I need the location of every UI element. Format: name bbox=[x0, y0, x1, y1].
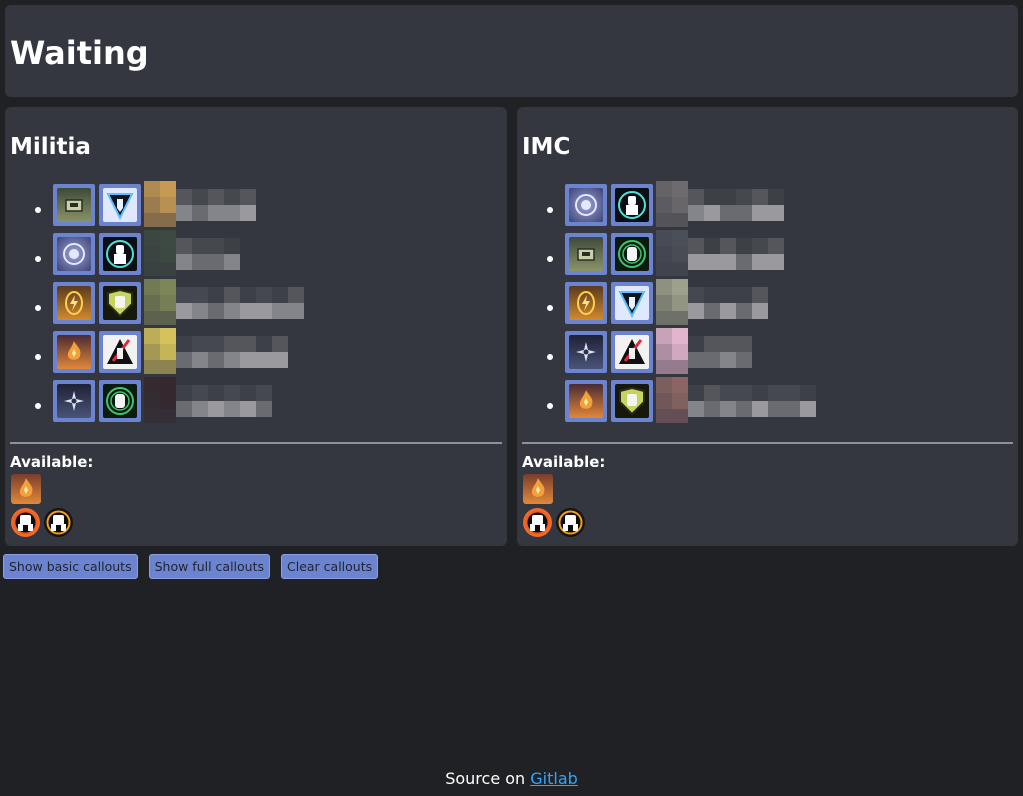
player-row bbox=[517, 181, 1018, 230]
available-kits bbox=[523, 474, 553, 504]
electric-smoke-icon bbox=[53, 282, 95, 324]
monarch-titan-icon bbox=[611, 233, 653, 275]
northstar-titan-icon bbox=[611, 282, 653, 324]
team-panel-militia: Militia Available: bbox=[5, 107, 507, 546]
bullet bbox=[35, 256, 41, 262]
player-row bbox=[517, 279, 1018, 328]
available-kits bbox=[11, 474, 41, 504]
available-titans bbox=[10, 507, 74, 538]
scorch-titan-icon bbox=[10, 507, 41, 538]
bullet bbox=[547, 354, 553, 360]
shield-drone-icon bbox=[565, 184, 607, 226]
show-basic-callouts-button[interactable]: Show basic callouts bbox=[3, 554, 138, 579]
player-row bbox=[517, 328, 1018, 377]
ammo-crate-icon bbox=[565, 233, 607, 275]
divider bbox=[10, 442, 502, 444]
shuriken-icon bbox=[53, 380, 95, 422]
callout-buttons: Show basic callouts Show full callouts C… bbox=[3, 554, 389, 579]
team-panel-imc: IMC Available: bbox=[517, 107, 1018, 546]
gitlab-link[interactable]: Gitlab bbox=[530, 769, 578, 788]
shuriken-icon bbox=[565, 331, 607, 373]
bullet bbox=[547, 207, 553, 213]
monarch-titan-icon bbox=[99, 380, 141, 422]
player-row bbox=[5, 377, 507, 426]
tone-titan-icon bbox=[43, 507, 74, 538]
firestar-icon bbox=[523, 474, 553, 504]
player-row bbox=[5, 230, 507, 279]
ronin-titan-icon bbox=[611, 331, 653, 373]
footer-text: Source on bbox=[445, 769, 531, 788]
player-row bbox=[517, 377, 1018, 426]
bullet bbox=[547, 256, 553, 262]
player-name-pixelated bbox=[656, 230, 784, 276]
ion-titan-icon bbox=[99, 233, 141, 275]
available-label: Available: bbox=[10, 453, 94, 471]
player-list bbox=[517, 181, 1018, 426]
player-name-pixelated bbox=[656, 279, 768, 325]
player-row bbox=[517, 230, 1018, 279]
bullet bbox=[35, 207, 41, 213]
show-full-callouts-button[interactable]: Show full callouts bbox=[148, 554, 270, 579]
bullet bbox=[35, 305, 41, 311]
player-name-pixelated bbox=[144, 328, 288, 374]
player-name-pixelated bbox=[144, 230, 240, 276]
firestar-icon bbox=[565, 380, 607, 422]
northstar-titan-icon bbox=[99, 184, 141, 226]
status-panel: Waiting bbox=[5, 5, 1018, 97]
player-name-pixelated bbox=[656, 181, 784, 227]
team-name: Militia bbox=[10, 134, 91, 160]
available-label: Available: bbox=[522, 453, 606, 471]
player-name-pixelated bbox=[144, 377, 272, 423]
player-name-pixelated bbox=[144, 279, 304, 325]
bullet bbox=[35, 403, 41, 409]
player-name-pixelated bbox=[144, 181, 256, 227]
available-titans bbox=[522, 507, 586, 538]
scorch-titan-icon bbox=[522, 507, 553, 538]
bullet bbox=[35, 354, 41, 360]
player-row bbox=[5, 328, 507, 377]
ion-titan-icon bbox=[611, 184, 653, 226]
shield-drone-icon bbox=[53, 233, 95, 275]
player-row bbox=[5, 181, 507, 230]
firestar-icon bbox=[53, 331, 95, 373]
player-name-pixelated bbox=[656, 328, 752, 374]
divider bbox=[522, 442, 1013, 444]
clear-callouts-button[interactable]: Clear callouts bbox=[281, 554, 379, 579]
legion-titan-icon bbox=[99, 282, 141, 324]
bullet bbox=[547, 305, 553, 311]
player-row bbox=[5, 279, 507, 328]
legion-titan-icon bbox=[611, 380, 653, 422]
footer: Source on Gitlab bbox=[0, 770, 1023, 788]
player-name-pixelated bbox=[656, 377, 816, 423]
ronin-titan-icon bbox=[99, 331, 141, 373]
electric-smoke-icon bbox=[565, 282, 607, 324]
team-name: IMC bbox=[522, 134, 571, 160]
player-list bbox=[5, 181, 507, 426]
status-title: Waiting bbox=[10, 34, 149, 72]
ammo-crate-icon bbox=[53, 184, 95, 226]
tone-titan-icon bbox=[555, 507, 586, 538]
bullet bbox=[547, 403, 553, 409]
firestar-icon bbox=[11, 474, 41, 504]
